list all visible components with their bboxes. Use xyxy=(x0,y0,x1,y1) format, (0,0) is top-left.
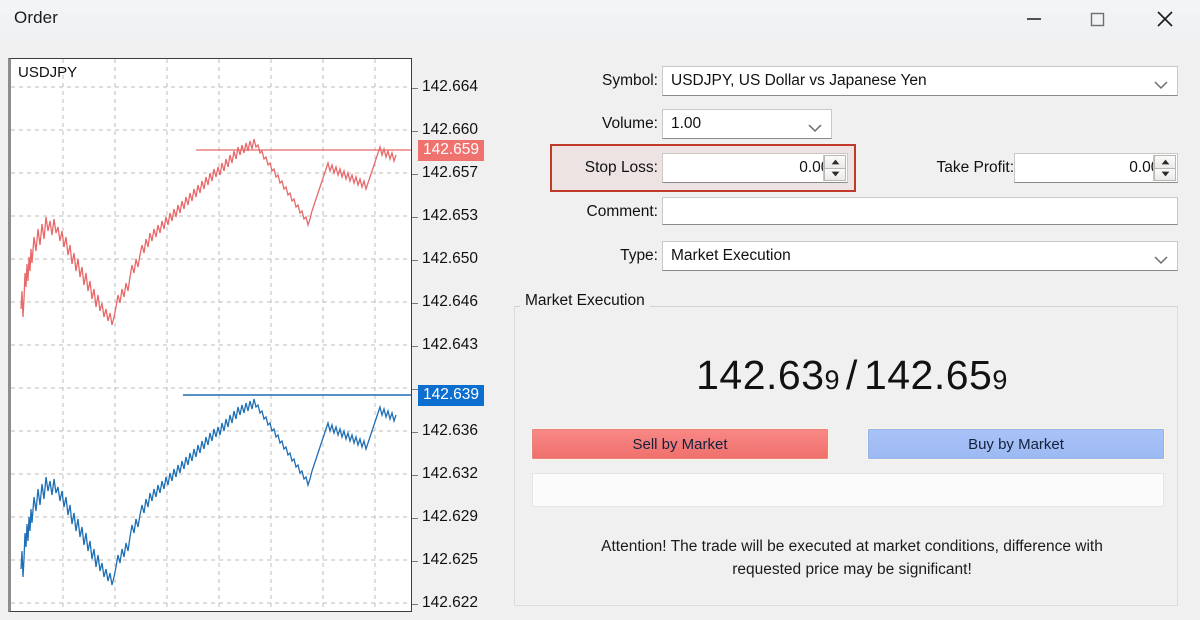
price-scale[interactable]: 142.664 142.660 142.659 142.657 142.653 … xyxy=(412,58,508,618)
symbol-label: Symbol: xyxy=(512,72,658,90)
price-tick: 142.632 xyxy=(422,465,478,483)
chart-graphics xyxy=(11,59,411,609)
stepper-down-icon[interactable] xyxy=(824,169,846,182)
quote-separator: / xyxy=(840,352,864,398)
minimize-button[interactable] xyxy=(1004,0,1064,38)
market-execution-group-title: Market Execution xyxy=(520,292,650,310)
price-tick: 142.650 xyxy=(422,250,478,268)
chevron-down-icon xyxy=(1154,252,1168,261)
bid-price-badge: 142.639 xyxy=(418,385,484,406)
chevron-down-icon xyxy=(1154,77,1168,86)
buy-by-market-button[interactable]: Buy by Market xyxy=(868,429,1164,459)
comment-input[interactable] xyxy=(662,197,1178,225)
bid-price-main: 142.63 xyxy=(696,352,824,398)
symbol-value: USDJPY, US Dollar vs Japanese Yen xyxy=(663,72,927,90)
take-profit-stepper[interactable] xyxy=(1153,155,1176,181)
take-profit-input[interactable]: 0.000 xyxy=(1014,153,1178,183)
chart-symbol-label: USDJPY xyxy=(18,64,77,81)
stepper-up-icon[interactable] xyxy=(824,155,846,169)
price-tick: 142.636 xyxy=(422,422,478,440)
take-profit-label: Take Profit: xyxy=(862,159,1014,177)
chart-vertical-grid xyxy=(63,59,375,609)
window-title: Order xyxy=(14,8,58,28)
order-form: Symbol: USDJPY, US Dollar vs Japanese Ye… xyxy=(512,58,1192,614)
volume-label: Volume: xyxy=(512,115,658,133)
attention-line-1: Attention! The trade will be executed at… xyxy=(512,535,1192,558)
stepper-up-icon[interactable] xyxy=(1154,155,1176,169)
market-quote: 142.639/142.659 xyxy=(512,352,1192,399)
sell-by-market-button[interactable]: Sell by Market xyxy=(532,429,828,459)
price-tick: 142.625 xyxy=(422,551,478,569)
maximize-button[interactable] xyxy=(1064,0,1130,38)
close-icon xyxy=(1154,8,1176,30)
maximize-icon xyxy=(1087,9,1107,29)
ask-price-main: 142.65 xyxy=(864,352,992,398)
minimize-icon xyxy=(1024,13,1044,25)
price-tick: 142.622 xyxy=(422,594,478,612)
price-tick: 142.653 xyxy=(422,207,478,225)
stop-loss-stepper[interactable] xyxy=(823,155,846,181)
price-chart-panel[interactable]: USDJPY xyxy=(8,58,412,612)
price-tick: 142.646 xyxy=(422,293,478,311)
type-select[interactable]: Market Execution xyxy=(662,241,1178,271)
buy-button-label: Buy by Market xyxy=(968,436,1064,453)
type-label: Type: xyxy=(512,247,658,265)
price-tick: 142.664 xyxy=(422,78,478,96)
stop-loss-value: 0.000 xyxy=(663,159,847,177)
chevron-down-icon xyxy=(808,120,822,129)
stop-loss-label: Stop Loss: xyxy=(512,159,658,177)
price-tick: 142.643 xyxy=(422,336,478,354)
title-bar: Order xyxy=(0,0,1200,38)
comment-label: Comment: xyxy=(512,203,658,221)
symbol-select[interactable]: USDJPY, US Dollar vs Japanese Yen xyxy=(662,66,1178,96)
chart-horizontal-grid xyxy=(11,87,411,603)
ask-price-line xyxy=(21,139,396,325)
bid-price-pip: 9 xyxy=(825,365,841,395)
price-tick: 142.629 xyxy=(422,508,478,526)
order-status-bar xyxy=(532,473,1164,507)
bid-price-line xyxy=(21,399,396,585)
window-controls xyxy=(1004,0,1200,38)
order-dialog: Order USDJPY xyxy=(0,0,1200,620)
stepper-down-icon[interactable] xyxy=(1154,169,1176,182)
close-button[interactable] xyxy=(1130,0,1200,38)
ask-price-pip: 9 xyxy=(992,365,1008,395)
volume-select[interactable]: 1.00 xyxy=(662,109,832,139)
volume-value: 1.00 xyxy=(663,115,701,133)
chart-canvas: USDJPY xyxy=(11,59,411,611)
price-tick: 142.657 xyxy=(422,164,478,182)
price-tick: 142.660 xyxy=(422,121,478,139)
stop-loss-input[interactable]: 0.000 xyxy=(662,153,848,183)
type-value: Market Execution xyxy=(663,247,791,265)
attention-line-2: requested price may be significant! xyxy=(512,558,1192,581)
attention-message: Attention! The trade will be executed at… xyxy=(512,535,1192,581)
sell-button-label: Sell by Market xyxy=(632,436,727,453)
ask-price-badge: 142.659 xyxy=(418,140,484,161)
